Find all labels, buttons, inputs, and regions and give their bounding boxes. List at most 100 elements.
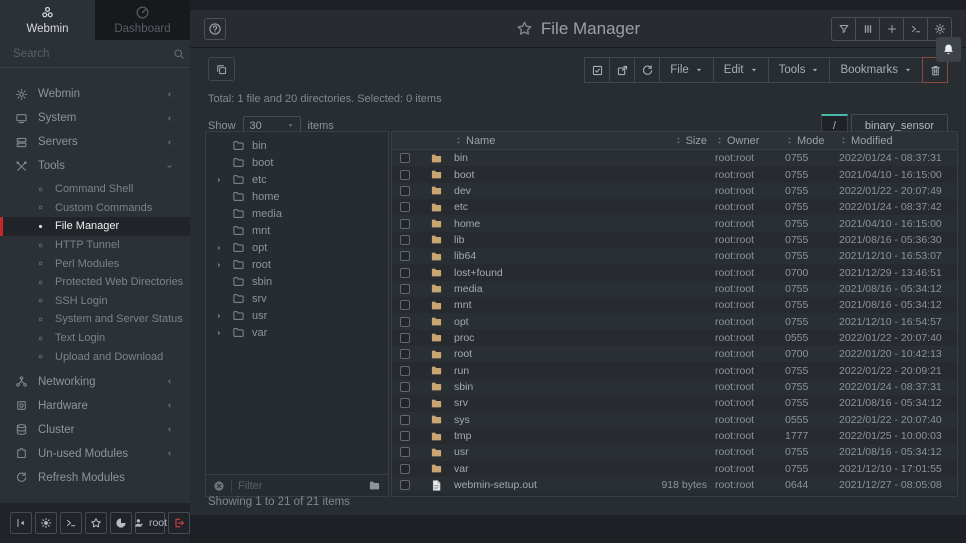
tab-dashboard[interactable]: Dashboard — [95, 0, 190, 40]
row-checkbox[interactable] — [400, 480, 410, 490]
table-row-sys[interactable]: sysroot:root05552022/01/22 - 20:07:40 — [392, 412, 957, 428]
help-button[interactable] — [204, 18, 226, 40]
row-checkbox[interactable] — [400, 415, 410, 425]
sidebar-item-text-login[interactable]: Text Login — [0, 329, 190, 348]
sidebar-item-upload-and-download[interactable]: Upload and Download — [0, 347, 190, 366]
menu-tools[interactable]: Tools — [768, 57, 831, 83]
table-row-proc[interactable]: procroot:root05552022/01/22 - 20:07:40 — [392, 330, 957, 346]
row-checkbox[interactable] — [400, 268, 410, 278]
row-checkbox[interactable] — [400, 464, 410, 474]
refresh-button[interactable] — [634, 57, 660, 83]
row-checkbox[interactable] — [400, 153, 410, 163]
columns-button[interactable] — [855, 17, 880, 41]
terminal-button[interactable] — [903, 17, 928, 41]
clear-filter-icon[interactable] — [213, 480, 225, 492]
table-row-root[interactable]: rootroot:root07002022/01/20 - 10:42:13 — [392, 346, 957, 362]
tree-item-bin[interactable]: bin — [206, 137, 388, 154]
tree-item-sbin[interactable]: sbin — [206, 273, 388, 290]
row-checkbox[interactable] — [400, 251, 410, 261]
tree-item-usr[interactable]: usr — [206, 307, 388, 324]
check-square-button[interactable] — [584, 57, 610, 83]
sidebar-item-command-shell[interactable]: Command Shell — [0, 180, 190, 199]
expand-icon[interactable] — [215, 329, 225, 337]
sidebar-item-protected-web-directories[interactable]: Protected Web Directories — [0, 273, 190, 292]
row-checkbox[interactable] — [400, 186, 410, 196]
notifications-button[interactable] — [936, 37, 961, 62]
row-checkbox[interactable] — [400, 284, 410, 294]
column-header-modified[interactable]: Modified — [839, 135, 957, 147]
sidebar-item-refresh-modules[interactable]: Refresh Modules — [0, 466, 190, 490]
menu-bookmarks[interactable]: Bookmarks — [829, 57, 923, 83]
sidebar-item-un-used-modules[interactable]: Un-used Modules — [0, 442, 190, 466]
table-row-webmin-setup-out[interactable]: webmin-setup.out918 bytesroot:root064420… — [392, 477, 957, 493]
terminal-button[interactable] — [60, 512, 82, 534]
sidebar-item-tools[interactable]: Tools — [0, 154, 190, 178]
tree-item-media[interactable]: media — [206, 205, 388, 222]
sidebar-item-http-tunnel[interactable]: HTTP Tunnel — [0, 236, 190, 255]
row-checkbox[interactable] — [400, 349, 410, 359]
table-row-bin[interactable]: binroot:root07552022/01/24 - 08:37:31 — [392, 150, 957, 166]
sidebar-item-custom-commands[interactable]: Custom Commands — [0, 199, 190, 218]
sidebar-item-servers[interactable]: Servers — [0, 130, 190, 154]
tree-item-var[interactable]: var — [206, 324, 388, 341]
tree-item-root[interactable]: root — [206, 256, 388, 273]
star-button[interactable] — [85, 512, 107, 534]
row-checkbox[interactable] — [400, 300, 410, 310]
row-checkbox[interactable] — [400, 431, 410, 441]
sidebar-item-file-manager[interactable]: File Manager — [0, 217, 190, 236]
table-row-boot[interactable]: bootroot:root07552021/04/10 - 16:15:00 — [392, 166, 957, 182]
row-checkbox[interactable] — [400, 447, 410, 457]
sidebar-item-system[interactable]: System — [0, 106, 190, 130]
table-row-home[interactable]: homeroot:root07552021/04/10 - 16:15:00 — [392, 215, 957, 231]
sidebar-item-networking[interactable]: Networking — [0, 370, 190, 394]
table-row-tmp[interactable]: tmproot:root17772022/01/25 - 10:00:03 — [392, 428, 957, 444]
sidebar-item-webmin[interactable]: Webmin — [0, 82, 190, 106]
menu-file[interactable]: File — [659, 57, 714, 83]
row-checkbox[interactable] — [400, 170, 410, 180]
row-checkbox[interactable] — [400, 366, 410, 376]
tree-item-srv[interactable]: srv — [206, 290, 388, 307]
collapse-button[interactable] — [10, 512, 32, 534]
table-row-lib64[interactable]: lib64root:root07552021/12/10 - 16:53:07 — [392, 248, 957, 264]
column-header-size[interactable]: Size — [615, 135, 715, 147]
plus-button[interactable] — [879, 17, 904, 41]
share-button[interactable] — [609, 57, 635, 83]
table-row-mnt[interactable]: mntroot:root07552021/08/16 - 05:34:12 — [392, 297, 957, 313]
folder-select-icon[interactable] — [368, 479, 381, 492]
sidebar-item-ssh-login[interactable]: SSH Login — [0, 292, 190, 311]
sidebar-item-cluster[interactable]: Cluster — [0, 418, 190, 442]
tree-item-mnt[interactable]: mnt — [206, 222, 388, 239]
table-row-dev[interactable]: devroot:root07552022/01/22 - 20:07:49 — [392, 183, 957, 199]
table-row-var[interactable]: varroot:root07552021/12/10 - 17:01:55 — [392, 461, 957, 477]
expand-icon[interactable] — [215, 312, 225, 320]
sidebar-item-hardware[interactable]: Hardware — [0, 394, 190, 418]
expand-icon[interactable] — [215, 261, 225, 269]
row-checkbox[interactable] — [400, 382, 410, 392]
table-row-usr[interactable]: usrroot:root07552021/08/16 - 05:34:12 — [392, 444, 957, 460]
sidebar-item-system-and-server-status[interactable]: System and Server Status — [0, 310, 190, 329]
funnel-button[interactable] — [831, 17, 856, 41]
table-row-lost-found[interactable]: lost+foundroot:root07002021/12/29 - 13:4… — [392, 264, 957, 280]
logout-button[interactable] — [168, 512, 190, 534]
menu-edit[interactable]: Edit — [713, 57, 769, 83]
sun-button[interactable] — [35, 512, 57, 534]
user-button[interactable]: root — [135, 512, 165, 534]
tree-item-boot[interactable]: boot — [206, 154, 388, 171]
table-row-sbin[interactable]: sbinroot:root07552022/01/24 - 08:37:31 — [392, 379, 957, 395]
expand-icon[interactable] — [215, 244, 225, 252]
column-header-owner[interactable]: Owner — [715, 135, 785, 147]
tree-item-home[interactable]: home — [206, 188, 388, 205]
search-input[interactable] — [13, 48, 167, 60]
row-checkbox[interactable] — [400, 333, 410, 343]
tree-filter-input[interactable] — [238, 480, 362, 492]
tab-webmin[interactable]: Webmin — [0, 0, 95, 40]
table-row-opt[interactable]: optroot:root07552021/12/10 - 16:54:57 — [392, 313, 957, 329]
row-checkbox[interactable] — [400, 235, 410, 245]
table-row-srv[interactable]: srvroot:root07552021/08/16 - 05:34:12 — [392, 395, 957, 411]
row-checkbox[interactable] — [400, 398, 410, 408]
tree-item-etc[interactable]: etc — [206, 171, 388, 188]
tree-item-opt[interactable]: opt — [206, 239, 388, 256]
table-row-run[interactable]: runroot:root07552022/01/22 - 20:09:21 — [392, 362, 957, 378]
row-checkbox[interactable] — [400, 202, 410, 212]
row-checkbox[interactable] — [400, 219, 410, 229]
